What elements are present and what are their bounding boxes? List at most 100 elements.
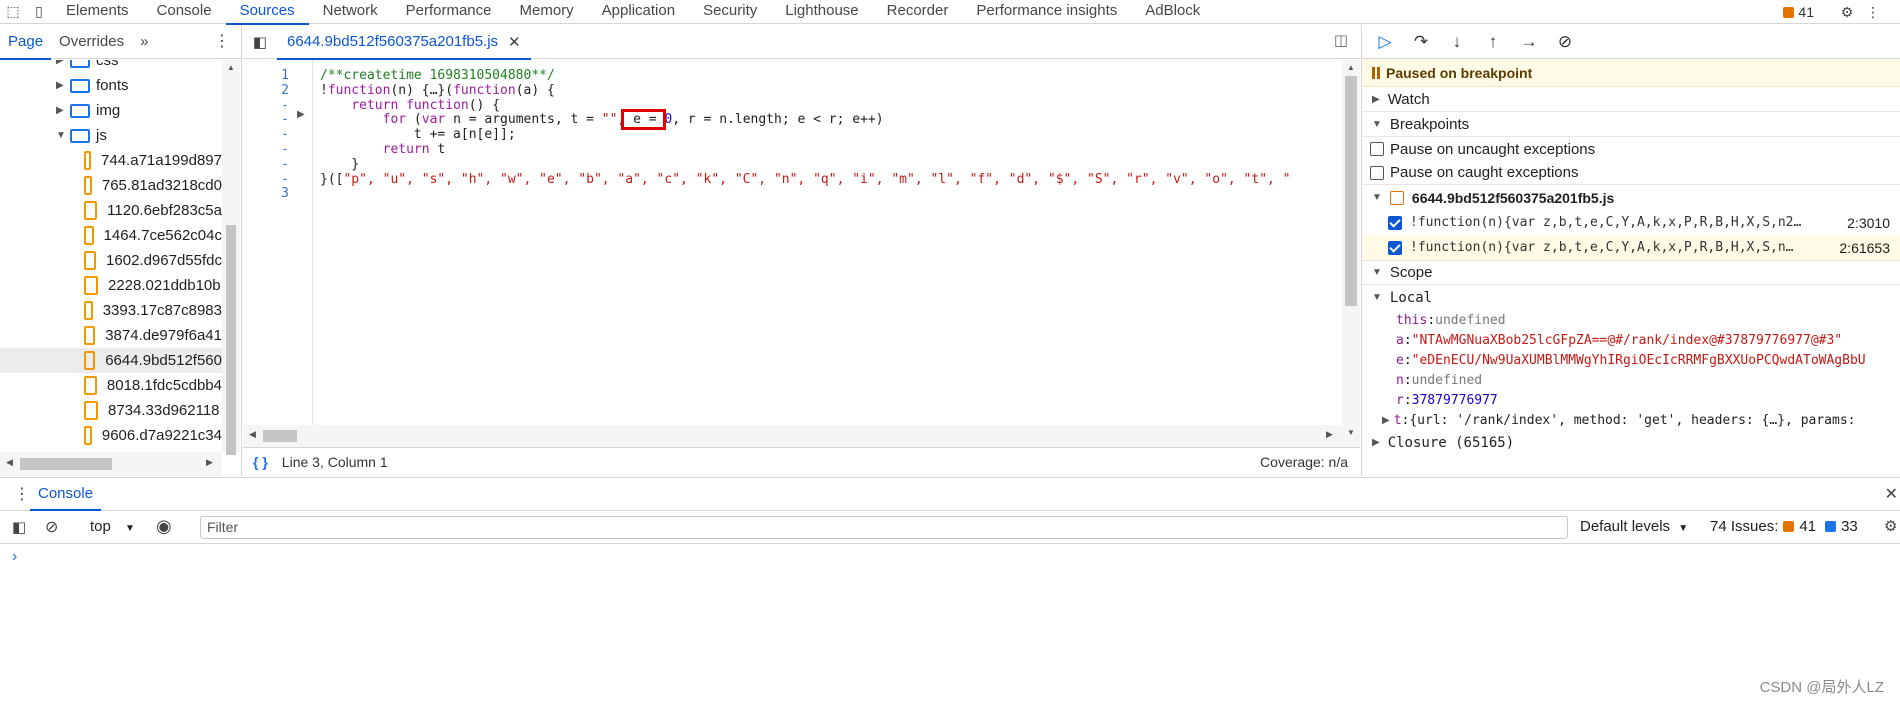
tree-file[interactable]: 2228.021ddb10b xyxy=(0,273,222,298)
scroll-right-icon[interactable]: ▶ xyxy=(206,457,213,468)
step-into-icon[interactable]: ↓ xyxy=(1446,32,1468,52)
scope-variable[interactable]: this: undefined xyxy=(1362,310,1900,330)
log-levels-dropdown[interactable]: Default levels ▼ xyxy=(1580,518,1688,535)
tree-file[interactable]: 3874.de979f6a41 xyxy=(0,323,222,348)
panel-tab-sources[interactable]: Sources xyxy=(225,0,309,25)
line-number[interactable]: 2 xyxy=(243,83,289,98)
sidebar-toggle-icon[interactable]: ◧ xyxy=(12,518,26,536)
tree-folder[interactable]: ▶ img xyxy=(0,98,222,123)
editor-hscrollbar[interactable]: ◀ ▶ xyxy=(243,425,1342,447)
step-over-icon[interactable]: ↷ xyxy=(1410,32,1432,52)
toggle-debugger-icon[interactable]: ◫ xyxy=(1334,31,1348,49)
clear-console-icon[interactable]: ⊘ xyxy=(45,517,58,537)
tree-file[interactable]: 8734.33d96211​8 xyxy=(0,398,222,423)
chevron-right-icon[interactable]: ▶ xyxy=(56,60,66,66)
line-number[interactable]: - xyxy=(243,157,289,172)
chevron-right-icon[interactable]: ▶ xyxy=(1382,415,1390,426)
closure-scope-row[interactable]: ▶ Closure (65165) xyxy=(1362,430,1900,455)
device-toolbar-icon[interactable]: ▯ xyxy=(26,0,52,24)
chevron-down-icon[interactable]: ▼ xyxy=(56,130,66,141)
editor-vscroll-thumb[interactable] xyxy=(1345,76,1357,306)
more-menu-icon[interactable]: ⋮ xyxy=(1860,0,1886,24)
resume-icon[interactable]: ▷ xyxy=(1374,32,1396,52)
more-tabs-icon[interactable]: » xyxy=(132,25,156,59)
chevron-right-icon[interactable]: ▶ xyxy=(56,105,66,116)
scope-variable[interactable]: r: 37879776977 xyxy=(1362,390,1900,410)
eye-icon[interactable]: ◉ xyxy=(156,516,172,537)
pause-caught-row[interactable]: Pause on caught exceptions xyxy=(1362,161,1900,185)
panel-tab-lighthouse[interactable]: Lighthouse xyxy=(771,0,872,24)
scope-variable[interactable]: ▶ t: {url: '/rank/index', method: 'get', … xyxy=(1362,410,1900,430)
scope-variable[interactable]: n: undefined xyxy=(1362,370,1900,390)
chevron-right-icon[interactable]: ▶ xyxy=(56,80,66,91)
tree-file[interactable]: 8018.1fdc5cdbb4 xyxy=(0,373,222,398)
panel-tab-performance[interactable]: Performance xyxy=(392,0,506,24)
toggle-navigator-icon[interactable]: ◧ xyxy=(243,33,277,51)
tab-overrides[interactable]: Overrides xyxy=(51,25,132,59)
breakpoint-row[interactable]: !function(n){var z,b,t,e,C,Y,A,k,x,P,R,B… xyxy=(1362,210,1900,235)
line-number[interactable]: 3 xyxy=(243,186,289,201)
gear-icon[interactable]: ⚙ xyxy=(1834,0,1860,24)
pause-uncaught-checkbox[interactable] xyxy=(1370,142,1384,156)
line-number[interactable]: - xyxy=(243,172,289,187)
navigator-hscroll-thumb[interactable] xyxy=(20,458,112,470)
tree-file[interactable]: 1120.6ebf283c5a xyxy=(0,198,222,223)
navigator-vscroll-thumb[interactable] xyxy=(226,225,236,455)
scope-section[interactable]: ▼ Scope xyxy=(1362,260,1900,285)
close-drawer-icon[interactable]: ✕ xyxy=(1885,484,1898,504)
tree-folder[interactable]: ▶ css xyxy=(0,60,222,73)
console-issues[interactable]: 74 Issues: 41 33 xyxy=(1710,518,1858,535)
close-tab-icon[interactable]: ✕ xyxy=(508,33,521,51)
bp-file-row[interactable]: ▼ 6644.9bd512f560375a201fb5.js xyxy=(1362,185,1900,210)
context-selector[interactable]: top ▼ xyxy=(90,518,135,535)
tree-file[interactable]: 1464.7ce562c04c xyxy=(0,223,222,248)
scope-variable[interactable]: e: "eDEnECU/Nw9UaXUMBlMMWgYhIRgiOEcIcRRM… xyxy=(1362,350,1900,370)
navigator-hscrollbar[interactable]: ◀ ▶ xyxy=(0,452,222,476)
breakpoint-checkbox[interactable] xyxy=(1388,240,1402,255)
tree-file[interactable]: 9606.d7a9221c34 xyxy=(0,423,222,448)
line-number[interactable]: - xyxy=(243,98,289,113)
scope-variable[interactable]: a: "NTAwMGNuaXBob25lcGFpZA==@#/rank/inde… xyxy=(1362,330,1900,350)
breakpoint-checkbox[interactable] xyxy=(1388,215,1402,230)
tree-file[interactable]: 3393.17c87c8983 xyxy=(0,298,222,323)
scroll-right-icon[interactable]: ▶ xyxy=(1326,429,1333,440)
watch-section[interactable]: ▶ Watch xyxy=(1362,87,1900,112)
editor-file-tab[interactable]: 6644.9bd512f560375a201fb5.js ✕ xyxy=(277,25,531,60)
navigator-vscrollbar[interactable]: ▲ xyxy=(222,60,240,455)
tree-file[interactable]: 744.a71a199d897 xyxy=(0,148,222,173)
line-number[interactable]: - xyxy=(243,112,289,127)
deactivate-breakpoints-icon[interactable]: ⊘ xyxy=(1554,32,1576,52)
scroll-left-icon[interactable]: ◀ xyxy=(6,457,13,468)
panel-tab-performance-insights[interactable]: Performance insights xyxy=(962,0,1131,24)
console-prompt[interactable]: › xyxy=(12,548,17,566)
panel-tab-memory[interactable]: Memory xyxy=(506,0,588,24)
panel-tab-recorder[interactable]: Recorder xyxy=(873,0,963,24)
drawer-menu-icon[interactable]: ⋮ xyxy=(14,484,30,504)
code-area[interactable]: /**createtime 1698310504880**/!function(… xyxy=(320,60,1340,447)
panel-tab-network[interactable]: Network xyxy=(309,0,392,24)
panel-tab-security[interactable]: Security xyxy=(689,0,771,24)
console-gear-icon[interactable]: ⚙ xyxy=(1884,517,1897,535)
step-icon[interactable]: → xyxy=(1518,32,1540,52)
editor-vscrollbar[interactable]: ▲ ▼ xyxy=(1342,60,1360,447)
line-number[interactable]: 1 xyxy=(243,68,289,83)
step-out-icon[interactable]: ↑ xyxy=(1482,32,1504,52)
navigator-menu-icon[interactable]: ⋮ xyxy=(214,31,230,51)
tree-folder[interactable]: ▼ js xyxy=(0,123,222,148)
local-scope-row[interactable]: ▼ Local xyxy=(1362,285,1900,310)
line-number[interactable]: - xyxy=(243,142,289,157)
tree-file[interactable]: 1602.d967d55fdc xyxy=(0,248,222,273)
panel-tab-console[interactable]: Console xyxy=(143,0,226,24)
line-number[interactable]: - xyxy=(243,127,289,142)
filter-input[interactable]: Filter xyxy=(200,516,1568,539)
tree-file[interactable]: 6644.9bd512f560 xyxy=(0,348,222,373)
scroll-down-icon[interactable]: ▼ xyxy=(1347,428,1355,437)
tree-file[interactable]: 765.81ad3218cd0 xyxy=(0,173,222,198)
scroll-up-icon[interactable]: ▲ xyxy=(1347,63,1355,72)
panel-tab-application[interactable]: Application xyxy=(588,0,689,24)
pause-uncaught-row[interactable]: Pause on uncaught exceptions xyxy=(1362,137,1900,161)
panel-tab-adblock[interactable]: AdBlock xyxy=(1131,0,1214,24)
panel-tab-elements[interactable]: Elements xyxy=(52,0,143,24)
fold-expand-icon[interactable]: ▶ xyxy=(297,109,305,120)
tree-folder[interactable]: ▶ fonts xyxy=(0,73,222,98)
